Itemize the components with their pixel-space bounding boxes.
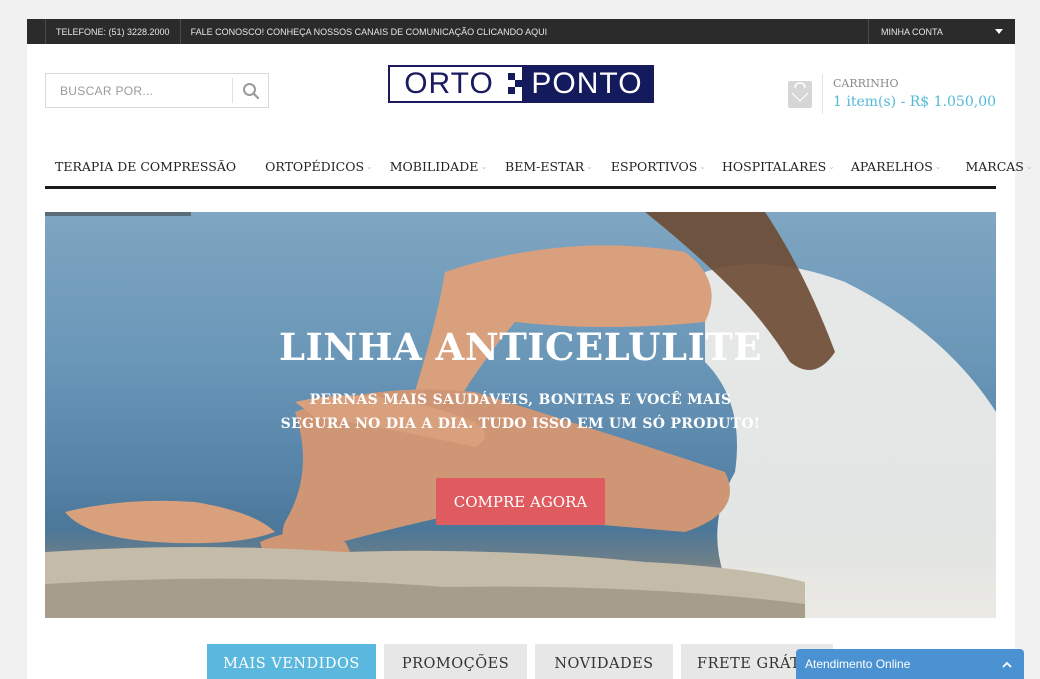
nav-item-label: MOBILIDADE [389,159,479,174]
nav-item-mobilidade[interactable]: MOBILIDADE ⌄ [390,159,487,174]
product-tabs: MAIS VENDIDOS PROMOÇÕES NOVIDADES FRETE … [207,644,841,679]
nav-item-label: ESPORTIVOS [610,159,698,174]
search-button[interactable] [232,78,268,103]
nav-item-ortopedicos[interactable]: ORTOPÉDICOS ⌄ [265,159,373,174]
cart-label[interactable]: CARRINHO [833,77,899,90]
tab-mais-vendidos[interactable]: MAIS VENDIDOS [207,644,376,679]
chevron-down-icon: ⌄ [586,162,593,171]
nav-item-esportivos[interactable]: ESPORTIVOS ⌄ [611,159,706,174]
chevron-down-icon: ⌄ [699,162,707,171]
tab-novidades[interactable]: NOVIDADES [535,644,673,679]
nav-item-hospitalares[interactable]: HOSPITALARES ⌄ [722,159,835,174]
main-nav: TERAPIA DE COMPRESSÃO ORTOPÉDICOS ⌄ MOBI… [45,147,1033,189]
chevron-down-icon: ⌄ [1025,162,1033,171]
chat-label: Atendimento Online [805,657,911,671]
nav-item-label: MARCAS [965,159,1024,174]
chevron-down-icon: ⌄ [480,162,488,171]
shopping-bag-icon[interactable] [788,81,812,108]
hero-banner[interactable]: LINHA ANTICELULITE PERNAS MAIS SAUDÁVEIS… [45,212,996,618]
nav-item-label: TERAPIA DE COMPRESSÃO [55,159,237,174]
chevron-down-icon: ⌄ [934,162,942,171]
cart-divider [822,74,823,114]
chevron-down-icon: ⌄ [366,162,373,171]
search-icon [242,82,259,99]
hero-title: LINHA ANTICELULITE [278,325,763,369]
logo-text-right: PONTO [522,67,652,101]
nav-item-label: BEM-ESTAR [505,159,585,174]
hero-subtitle: PERNAS MAIS SAUDÁVEIS, BONITAS E VOCÊ MA… [280,392,761,432]
nav-item-aparelhos[interactable]: APARELHOS ⌄ [851,159,942,174]
search-input[interactable]: BUSCAR POR... [46,84,232,98]
account-menu[interactable]: MINHA CONTA [868,19,1015,44]
nav-item-bem-estar[interactable]: BEM-ESTAR ⌄ [505,159,593,174]
page: TELEFONE: (51) 3228.2000 FALE CONOSCO! C… [27,19,1033,679]
nav-item-marcas[interactable]: MARCAS ⌄ [965,159,1032,174]
chevron-up-icon [1002,661,1012,668]
nav-item-label: HOSPITALARES [722,159,827,174]
slider-progress [45,212,191,216]
buy-now-button[interactable]: COMPRE AGORA [436,478,605,525]
phone-link[interactable]: TELEFONE: (51) 3228.2000 [45,19,180,44]
chevron-down-icon: ⌄ [828,162,835,171]
caret-down-icon [995,29,1003,34]
nav-item-label: ORTOPÉDICOS [265,159,365,174]
nav-item-terapia[interactable]: TERAPIA DE COMPRESSÃO [55,159,236,174]
tab-promocoes[interactable]: PROMOÇÕES [384,644,527,679]
logo-mark-icon [508,67,522,101]
contact-link[interactable]: FALE CONOSCO! CONHEÇA NOSSOS CANAIS DE C… [179,19,558,44]
site-logo[interactable]: ORTO PONTO [388,65,654,103]
top-bar: TELEFONE: (51) 3228.2000 FALE CONOSCO! C… [27,19,1015,44]
account-label: MINHA CONTA [881,26,943,37]
logo-text-left: ORTO [404,67,494,100]
online-chat-widget[interactable]: Atendimento Online [796,649,1024,679]
search-box: BUSCAR POR... [45,73,269,108]
nav-item-label: APARELHOS [850,159,933,174]
cart-total[interactable]: 1 item(s) - R$ 1.050,00 [833,94,996,110]
